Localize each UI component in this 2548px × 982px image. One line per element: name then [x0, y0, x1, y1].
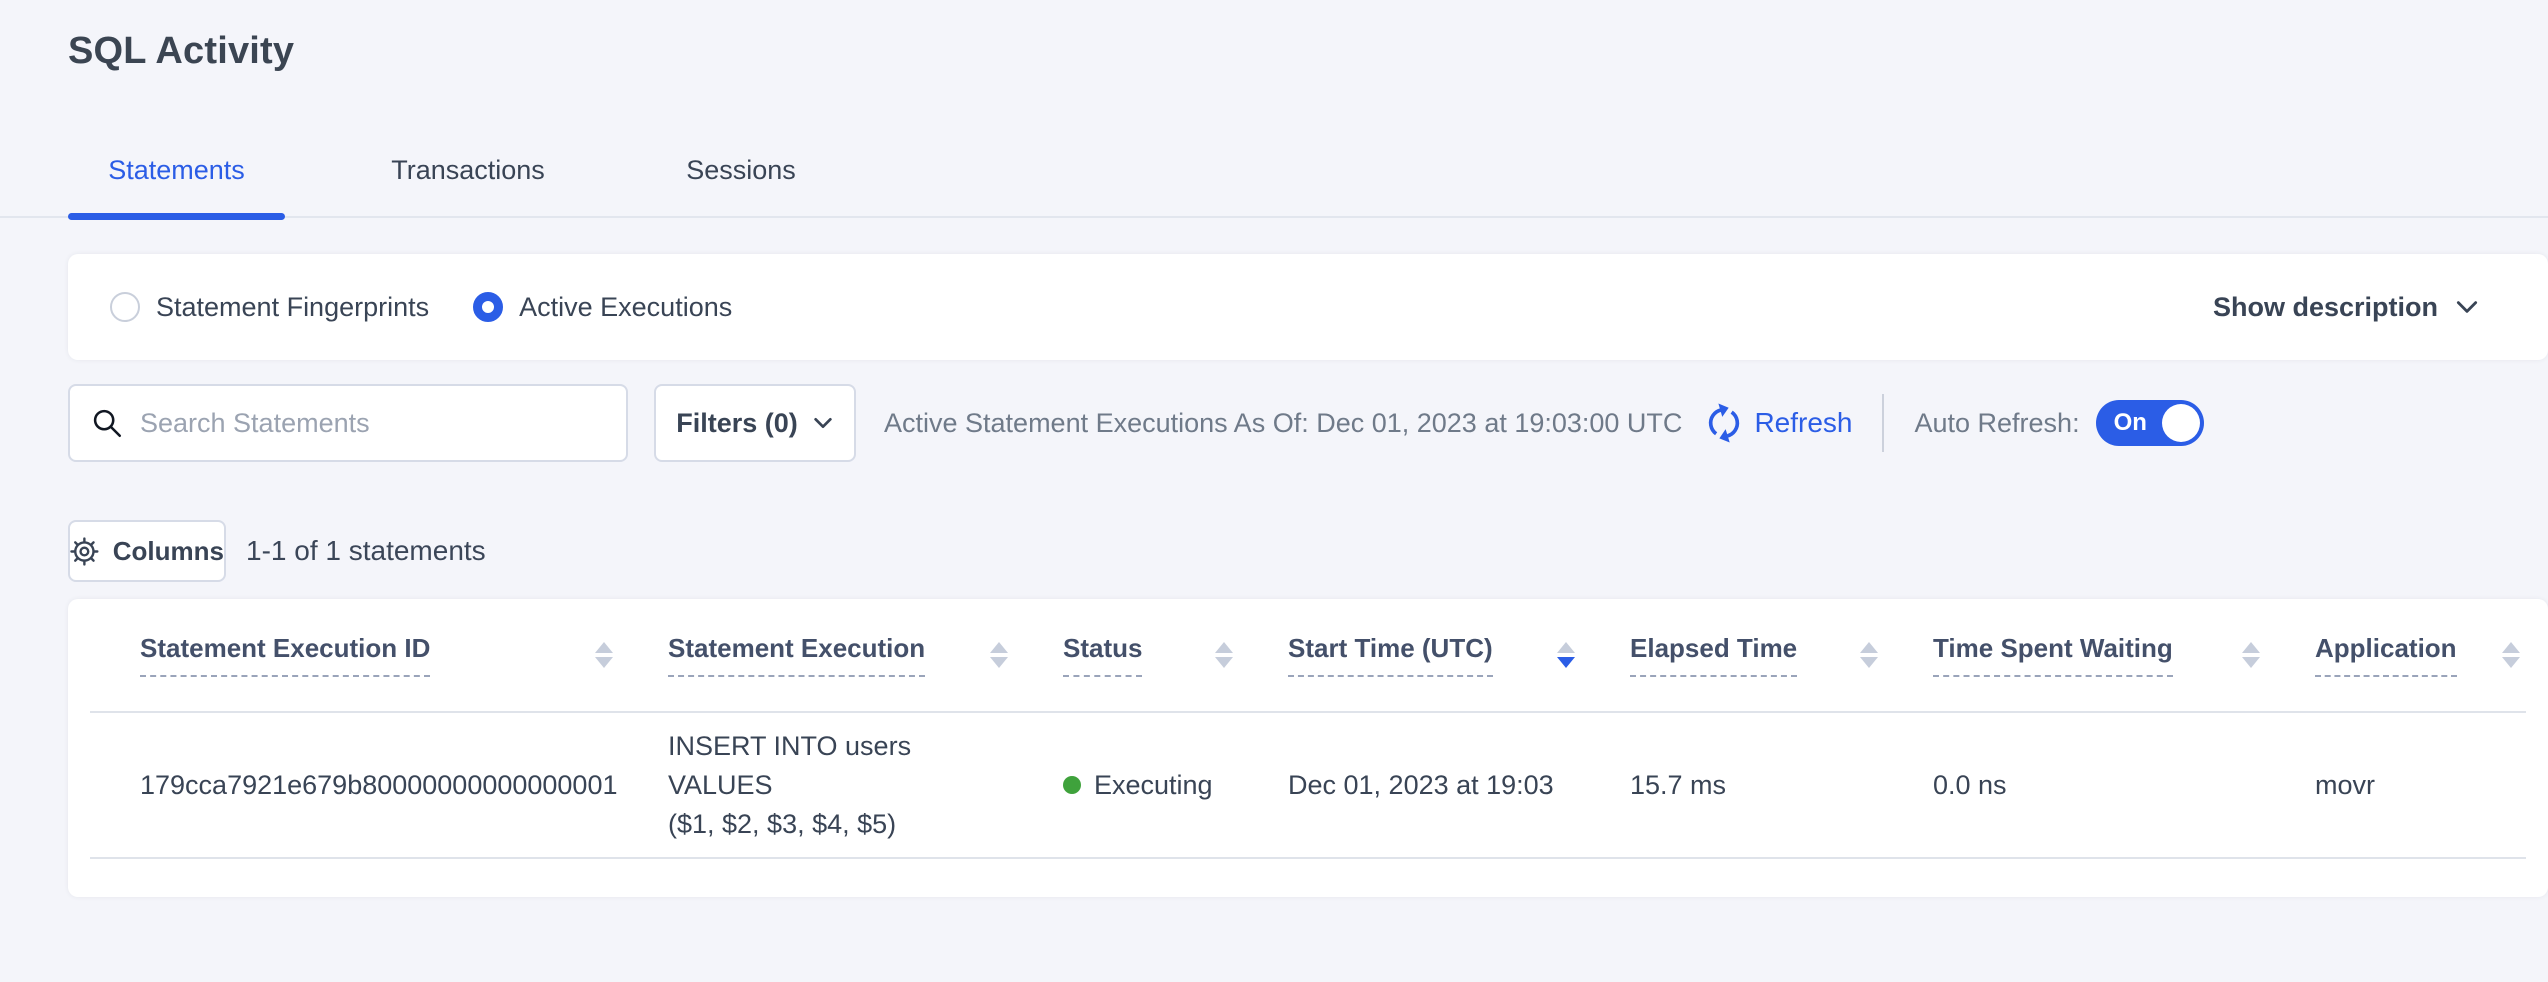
tab-bar: Statements Transactions Sessions — [0, 135, 2548, 218]
statements-table-card: Statement Execution ID Statement Executi… — [68, 599, 2548, 897]
vertical-divider — [1882, 394, 1884, 452]
sort-icon — [990, 642, 1008, 668]
refresh-button[interactable]: Refresh — [1704, 403, 1852, 443]
sort-icon — [2242, 642, 2260, 668]
result-count: 1-1 of 1 statements — [246, 535, 486, 567]
gear-icon — [70, 536, 99, 567]
refresh-icon — [1704, 403, 1744, 443]
sort-desc-icon — [1557, 642, 1575, 668]
column-header-statement-execution[interactable]: Statement Execution — [668, 599, 1063, 711]
tab-transactions[interactable]: Transactions — [350, 135, 586, 216]
radio-label: Statement Fingerprints — [156, 292, 429, 323]
chevron-down-icon — [812, 412, 834, 434]
column-header-elapsed-time[interactable]: Elapsed Time — [1630, 599, 1933, 711]
table-row: 179cca7921e679b80000000000000001 INSERT … — [90, 713, 2526, 859]
column-header-application[interactable]: Application — [2315, 599, 2526, 711]
search-box — [68, 384, 628, 462]
column-header-start-time[interactable]: Start Time (UTC) — [1288, 599, 1630, 711]
show-description-toggle[interactable]: Show description — [2213, 292, 2480, 323]
tab-sessions[interactable]: Sessions — [651, 135, 831, 216]
controls-row: Filters (0) Active Statement Executions … — [68, 384, 2548, 462]
tab-statements[interactable]: Statements — [68, 135, 285, 216]
chevron-down-icon — [2454, 294, 2480, 320]
sort-icon — [1860, 642, 1878, 668]
cell-start-time: Dec 01, 2023 at 19:03 — [1288, 713, 1630, 857]
cell-application: movr — [2315, 713, 2526, 857]
table-header-row: Statement Execution ID Statement Executi… — [90, 599, 2526, 713]
column-header-status[interactable]: Status — [1063, 599, 1288, 711]
toggle-knob — [2162, 404, 2200, 442]
page-title: SQL Activity — [68, 30, 2548, 73]
filters-label: Filters (0) — [676, 408, 798, 439]
radio-active-executions[interactable]: Active Executions — [473, 292, 732, 323]
status-label: Executing — [1094, 770, 1213, 801]
sql-activity-page: SQL Activity Statements Transactions Ses… — [0, 30, 2548, 982]
statement-line-2: ($1, $2, $3, $4, $5) — [668, 805, 1023, 844]
column-header-label: Start Time (UTC) — [1288, 633, 1493, 677]
auto-refresh-toggle[interactable]: On — [2096, 400, 2204, 446]
column-header-label: Application — [2315, 633, 2457, 677]
radio-statement-fingerprints[interactable]: Statement Fingerprints — [110, 292, 429, 323]
radio-circle-selected-icon — [473, 292, 503, 322]
search-icon — [90, 406, 124, 440]
column-header-label: Status — [1063, 633, 1142, 677]
search-input[interactable] — [140, 408, 606, 439]
column-header-label: Time Spent Waiting — [1933, 633, 2173, 677]
column-header-label: Statement Execution ID — [140, 633, 430, 677]
cell-status: Executing — [1063, 713, 1288, 857]
auto-refresh-label: Auto Refresh: — [1914, 408, 2079, 439]
cell-execution-id: 179cca7921e679b80000000000000001 — [90, 713, 668, 857]
toggle-state-label: On — [2114, 409, 2147, 437]
cell-time-spent-waiting: 0.0 ns — [1933, 713, 2315, 857]
table-toolbar: Columns 1-1 of 1 statements — [68, 520, 2548, 582]
columns-button-label: Columns — [113, 536, 224, 567]
cell-elapsed-time: 15.7 ms — [1630, 713, 1933, 857]
view-mode-card: Statement Fingerprints Active Executions… — [68, 254, 2548, 360]
column-header-statement-execution-id[interactable]: Statement Execution ID — [90, 599, 668, 711]
filters-button[interactable]: Filters (0) — [654, 384, 856, 462]
column-header-label: Elapsed Time — [1630, 633, 1797, 677]
columns-button[interactable]: Columns — [68, 520, 226, 582]
show-description-label: Show description — [2213, 292, 2438, 323]
refresh-label: Refresh — [1754, 407, 1852, 439]
as-of-timestamp: Active Statement Executions As Of: Dec 0… — [884, 408, 1682, 439]
statement-line-1: INSERT INTO users VALUES — [668, 727, 1023, 805]
sort-icon — [2502, 642, 2520, 668]
radio-circle-icon — [110, 292, 140, 322]
column-header-label: Statement Execution — [668, 633, 925, 677]
column-header-time-spent-waiting[interactable]: Time Spent Waiting — [1933, 599, 2315, 711]
status-dot-icon — [1063, 776, 1081, 794]
sort-icon — [1215, 642, 1233, 668]
sort-icon — [595, 642, 613, 668]
radio-label: Active Executions — [519, 292, 732, 323]
auto-refresh-control: Auto Refresh: On — [1914, 400, 2203, 446]
cell-statement: INSERT INTO users VALUES ($1, $2, $3, $4… — [668, 713, 1063, 857]
